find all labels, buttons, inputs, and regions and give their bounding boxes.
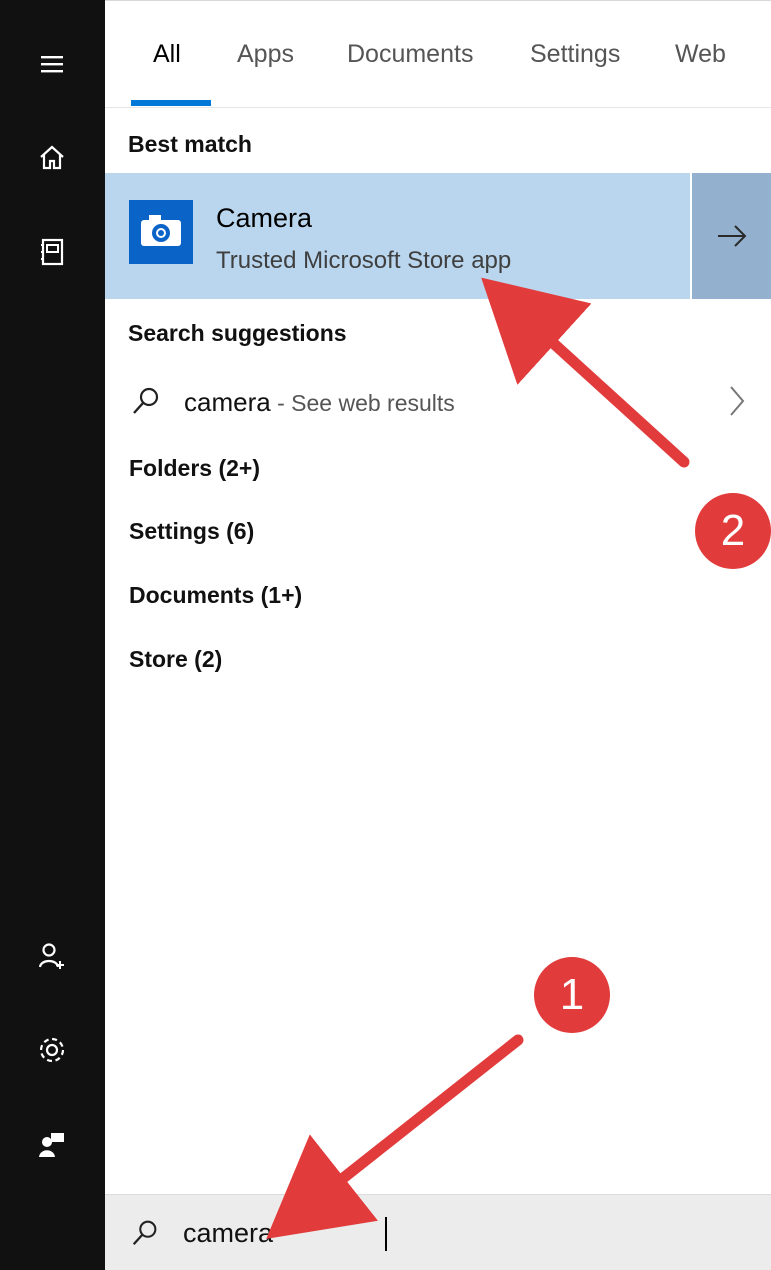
text-caret	[385, 1217, 387, 1251]
search-input[interactable]	[183, 1209, 743, 1257]
tab-settings[interactable]: Settings	[530, 40, 620, 69]
home-button[interactable]	[22, 128, 82, 188]
category-settings[interactable]: Settings (6)	[105, 510, 771, 554]
suggestion-hint: See web results	[291, 390, 455, 416]
best-match-result[interactable]: Camera Trusted Microsoft Store app	[105, 173, 690, 299]
tab-documents[interactable]: Documents	[347, 40, 473, 69]
notebook-button[interactable]	[22, 222, 82, 282]
search-icon	[132, 1220, 157, 1246]
category-label: Folders (2+)	[129, 455, 261, 481]
category-documents[interactable]: Documents (1+)	[105, 574, 771, 618]
chevron-right-icon[interactable]	[725, 381, 749, 421]
feedback-icon	[39, 1133, 64, 1157]
tab-web[interactable]: Web	[675, 40, 726, 69]
best-match-heading: Best match	[128, 131, 252, 157]
settings-gear-icon	[39, 1037, 65, 1063]
notebook-icon	[41, 238, 64, 266]
tab-apps[interactable]: Apps	[237, 40, 294, 69]
web-search-suggestion[interactable]: camera - See web results	[105, 365, 771, 437]
category-label: Settings (6)	[129, 518, 255, 544]
active-tab-indicator	[131, 100, 211, 106]
hamburger-menu-icon	[41, 56, 63, 73]
add-user-button[interactable]	[22, 926, 82, 986]
category-label: Store (2)	[129, 646, 223, 672]
search-suggestions-heading: Search suggestions	[128, 320, 347, 346]
app-name: Camera	[216, 203, 313, 233]
annotation-badge-2: 2	[695, 493, 771, 569]
feedback-button[interactable]	[22, 1114, 82, 1174]
search-bar	[105, 1194, 771, 1270]
arrow-right-icon	[717, 225, 746, 247]
suggestion-term: camera	[184, 387, 271, 417]
add-user-icon	[38, 943, 64, 969]
search-icon	[133, 387, 159, 414]
suggestion-separator: -	[270, 390, 292, 416]
camera-icon	[129, 200, 193, 264]
category-label: Documents (1+)	[129, 582, 303, 608]
annotation-badge-1: 1	[534, 957, 610, 1033]
open-app-button[interactable]	[692, 173, 771, 299]
annotation-arrow-1	[266, 1034, 524, 1239]
tab-all[interactable]: All	[153, 40, 181, 69]
left-rail	[0, 0, 105, 1270]
suggestion-text: camera - See web results	[184, 387, 455, 418]
filter-tabs: All Apps Documents Settings Web	[105, 0, 771, 108]
hamburger-menu-button[interactable]	[22, 34, 82, 94]
category-store[interactable]: Store (2)	[105, 638, 771, 682]
category-folders[interactable]: Folders (2+)	[105, 447, 771, 491]
app-subtitle: Trusted Microsoft Store app	[216, 247, 512, 274]
home-icon	[40, 145, 64, 170]
settings-button[interactable]	[22, 1020, 82, 1080]
